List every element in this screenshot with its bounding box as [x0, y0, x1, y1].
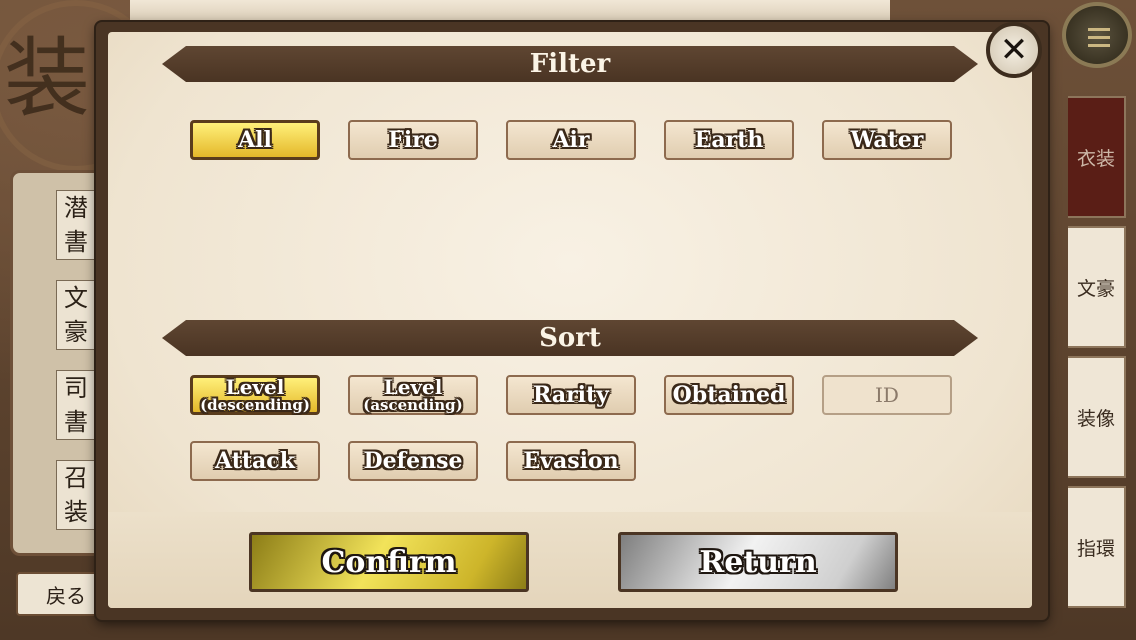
sort-attack-button[interactable]: Attack [190, 441, 320, 481]
tab-ring[interactable]: 指環 [1068, 486, 1126, 608]
filter-water-button[interactable]: Water [822, 120, 952, 160]
top-strip [130, 0, 890, 24]
sort-rarity-button[interactable]: Rarity [506, 375, 636, 415]
sort-title: Sort [162, 320, 978, 356]
side-book-2[interactable]: 文豪 [56, 280, 96, 350]
confirm-button[interactable]: Confirm [249, 532, 529, 592]
tab-costume[interactable]: 衣装 [1068, 96, 1126, 218]
sort-evasion-button[interactable]: Evasion [506, 441, 636, 481]
sort-id-button[interactable]: ID [822, 375, 952, 415]
filter-fire-button[interactable]: Fire [348, 120, 478, 160]
side-book-3[interactable]: 司書 [56, 370, 96, 440]
side-book-1[interactable]: 潜書 [56, 190, 96, 260]
filter-earth-button[interactable]: Earth [664, 120, 794, 160]
sort-obtained-button[interactable]: Obtained [664, 375, 794, 415]
filter-all-button[interactable]: All [190, 120, 320, 160]
sort-level-ascending-button[interactable]: Level (ascending) [348, 375, 478, 415]
menu-icon[interactable] [1062, 2, 1132, 68]
close-icon[interactable]: ✕ [986, 22, 1042, 78]
screen-title-kanji: 装 [4, 29, 90, 129]
sort-defense-button[interactable]: Defense [348, 441, 478, 481]
tab-writer[interactable]: 文豪 [1068, 226, 1126, 348]
side-book-4[interactable]: 召装 [56, 460, 96, 530]
filter-air-button[interactable]: Air [506, 120, 636, 160]
tab-statue[interactable]: 装像 [1068, 356, 1126, 478]
sort-level-descending-button[interactable]: Level (descending) [190, 375, 320, 415]
return-button[interactable]: Return [618, 532, 898, 592]
filter-title: Filter [162, 46, 978, 82]
